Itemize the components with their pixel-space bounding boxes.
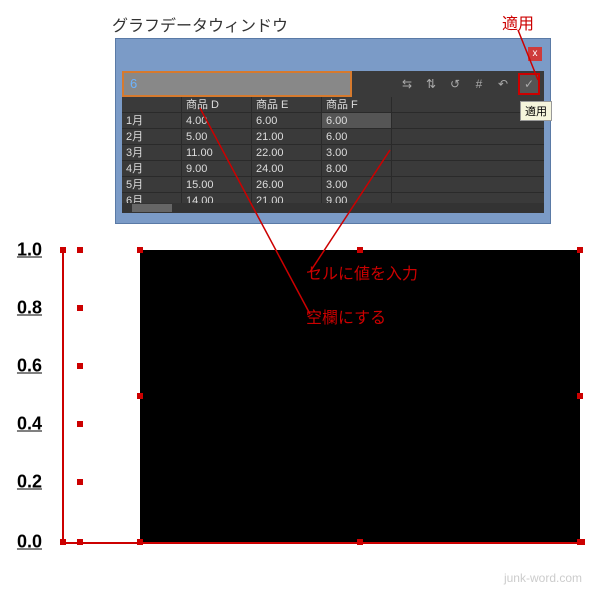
graph-data-window: x 6 ⇆ ⇅ ↺ # ↶ ✓ 適用 商品 D 商品 E 商品 F 1月 4.0… (115, 38, 551, 224)
y-tick-label: 0.0 (0, 532, 42, 553)
header-col-f[interactable]: 商品 F (322, 97, 392, 112)
axis-handle[interactable] (60, 539, 66, 545)
cell[interactable]: 6.00 (252, 113, 322, 128)
y-tick-label: 0.4 (0, 414, 42, 435)
cell[interactable]: 3.00 (322, 145, 392, 160)
cell[interactable]: 4.00 (182, 113, 252, 128)
cell[interactable]: 15.00 (182, 177, 252, 192)
grid-header-row: 商品 D 商品 E 商品 F (122, 97, 544, 113)
grid-options-icon[interactable]: # (470, 75, 488, 93)
cell[interactable]: 22.00 (252, 145, 322, 160)
annotation-cell-value: セルに値を入力 (306, 260, 418, 284)
cell-style-icon[interactable]: ↺ (446, 75, 464, 93)
tick-mark (77, 539, 83, 545)
row-label[interactable]: 5月 (122, 177, 182, 192)
y-tick-label: 0.8 (0, 298, 42, 319)
cell[interactable]: 11.00 (182, 145, 252, 160)
toolbar-icons: ⇆ ⇅ ↺ # ↶ ✓ (352, 71, 544, 97)
y-tick-label: 0.6 (0, 356, 42, 377)
tick-mark (77, 305, 83, 311)
transpose-rowcol-icon[interactable]: ⇆ (398, 75, 416, 93)
tick-mark (77, 363, 83, 369)
y-tick-label: 0.2 (0, 472, 42, 493)
tick-mark (77, 247, 83, 253)
axis-handle[interactable] (579, 539, 585, 545)
cell[interactable]: 24.00 (252, 161, 322, 176)
apply-annotation: 適用 (502, 10, 534, 34)
cell[interactable]: 21.00 (252, 129, 322, 144)
table-row: 4月 9.00 24.00 8.00 (122, 161, 544, 177)
x-axis[interactable] (62, 542, 582, 544)
table-row: 5月 15.00 26.00 3.00 (122, 177, 544, 193)
row-label[interactable]: 3月 (122, 145, 182, 160)
apply-tooltip: 適用 (520, 101, 552, 121)
table-row: 1月 4.00 6.00 6.00 (122, 113, 544, 129)
swap-xy-icon[interactable]: ⇅ (422, 75, 440, 93)
header-col-d[interactable]: 商品 D (182, 97, 252, 112)
cell-value-input[interactable]: 6 (122, 71, 352, 97)
tick-mark (77, 479, 83, 485)
toolbar: 6 ⇆ ⇅ ↺ # ↶ ✓ (122, 71, 544, 97)
apply-button[interactable]: ✓ (518, 73, 540, 95)
close-button[interactable]: x (528, 47, 542, 61)
table-row: 3月 11.00 22.00 3.00 (122, 145, 544, 161)
horizontal-scrollbar[interactable] (122, 203, 544, 213)
table-row: 2月 5.00 21.00 6.00 (122, 129, 544, 145)
row-label[interactable]: 2月 (122, 129, 182, 144)
cell[interactable]: 26.00 (252, 177, 322, 192)
scrollbar-thumb[interactable] (132, 204, 172, 212)
cell[interactable]: 5.00 (182, 129, 252, 144)
row-label[interactable]: 4月 (122, 161, 182, 176)
chart-area: 1.0 0.8 0.6 0.4 0.2 0.0 (10, 242, 580, 552)
plot-rect[interactable] (140, 250, 580, 542)
y-tick-label: 1.0 (0, 240, 42, 261)
selected-cell[interactable]: 6.00 (322, 113, 392, 128)
header-col-e[interactable]: 商品 E (252, 97, 322, 112)
tick-mark (77, 421, 83, 427)
row-label[interactable]: 1月 (122, 113, 182, 128)
watermark: junk-word.com (504, 571, 582, 585)
cell[interactable]: 8.00 (322, 161, 392, 176)
cell[interactable]: 3.00 (322, 177, 392, 192)
axis-handle[interactable] (60, 247, 66, 253)
cell[interactable]: 9.00 (182, 161, 252, 176)
revert-icon[interactable]: ↶ (494, 75, 512, 93)
y-axis[interactable] (62, 250, 64, 542)
data-grid[interactable]: 商品 D 商品 E 商品 F 1月 4.00 6.00 6.00 2月 5.00… (122, 97, 544, 213)
annotation-blank: 空欄にする (306, 304, 386, 328)
window-title-label: グラフデータウィンドウ (112, 12, 288, 36)
header-blank (122, 97, 182, 112)
cell[interactable]: 6.00 (322, 129, 392, 144)
